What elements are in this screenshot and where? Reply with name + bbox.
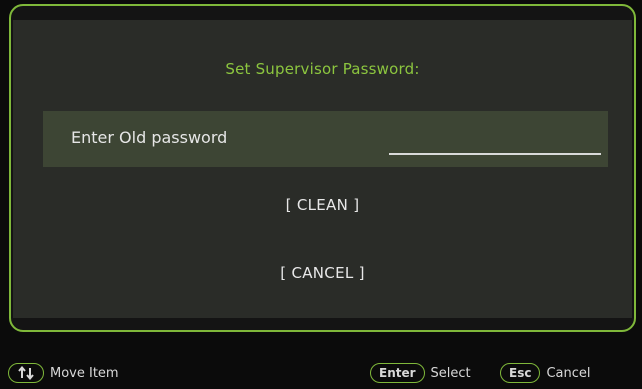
enter-key: Enter [370,363,425,383]
cancel-label: Cancel [546,365,591,381]
key-hints-bar: Move Item Enter Select Esc Cancel [0,360,642,389]
esc-key: Esc [500,363,541,383]
move-item-label: Move Item [50,365,119,381]
password-dialog: Set Supervisor Password: Enter Old passw… [9,4,636,332]
cancel-hint: Esc Cancel [500,363,591,383]
bios-screen: Set Supervisor Password: Enter Old passw… [0,0,642,389]
old-password-input[interactable] [389,129,601,155]
up-down-arrows-icon [8,363,44,383]
dialog-panel: Set Supervisor Password: Enter Old passw… [13,20,632,318]
select-hint: Enter Select [370,363,471,383]
move-item-hint: Move Item [8,363,119,383]
cancel-button[interactable]: [ CANCEL ] [13,264,632,282]
clean-button[interactable]: [ CLEAN ] [13,196,632,214]
select-label: Select [430,365,471,381]
old-password-row[interactable]: Enter Old password [43,111,608,167]
old-password-label: Enter Old password [71,128,228,147]
dialog-title: Set Supervisor Password: [225,60,420,78]
